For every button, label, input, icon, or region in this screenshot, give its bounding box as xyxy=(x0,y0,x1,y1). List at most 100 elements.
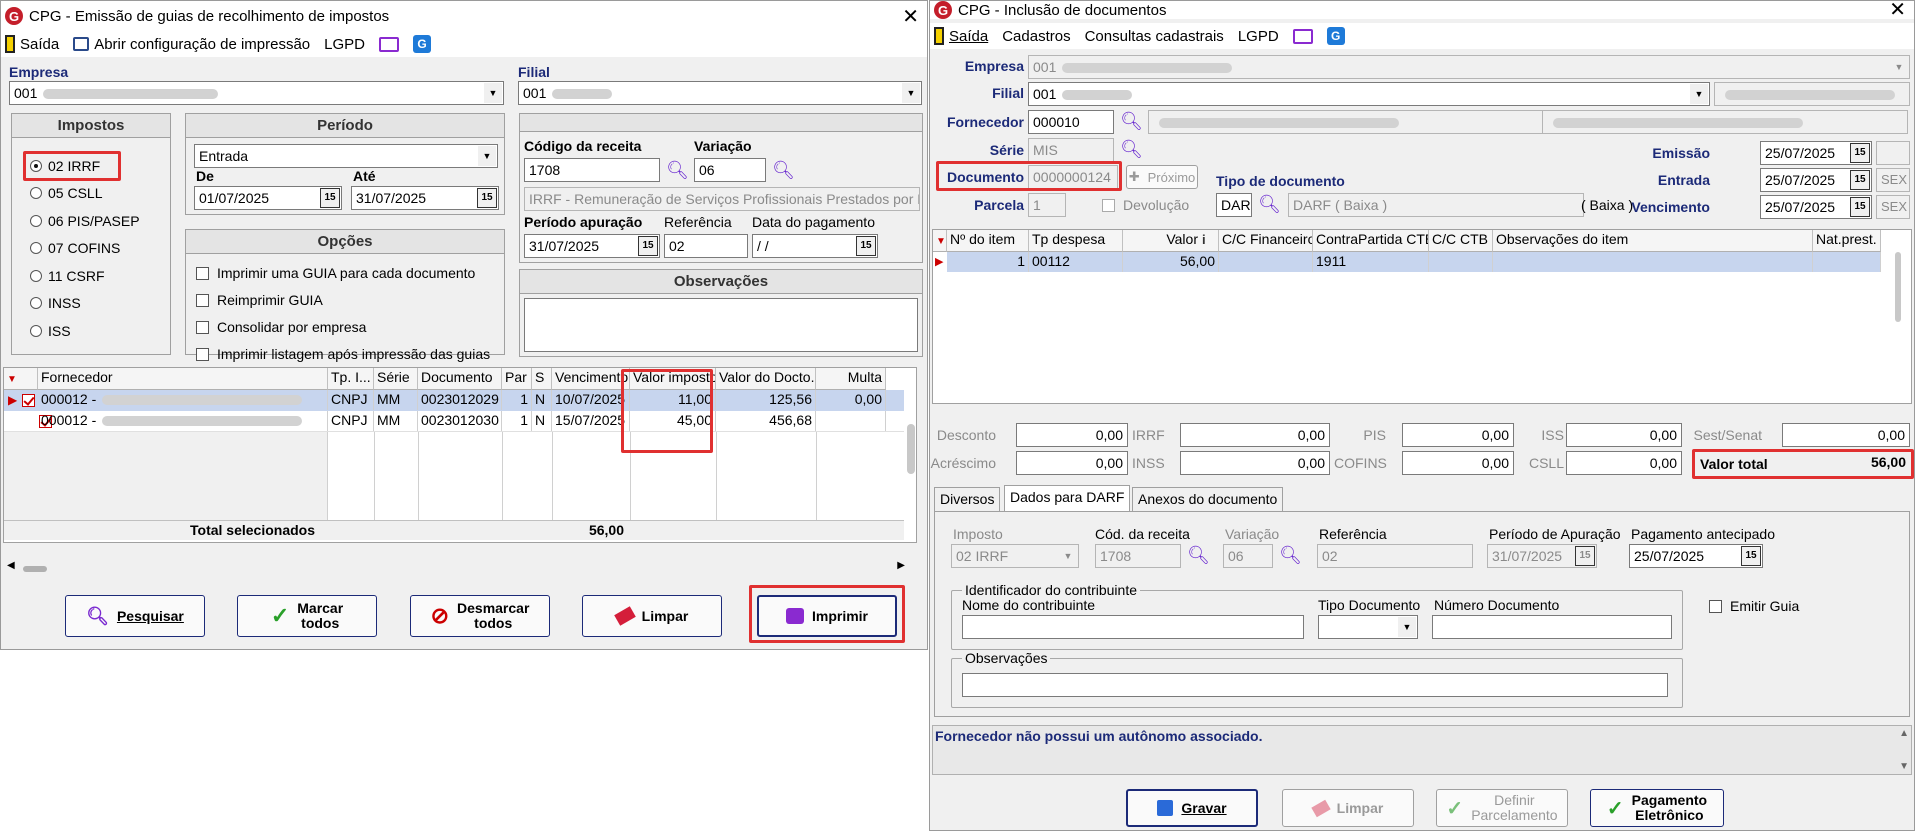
opt-imprimir-listagem[interactable]: Imprimir listagem após impressão das gui… xyxy=(196,346,490,362)
devolucao-checkbox[interactable]: Devolução xyxy=(1102,197,1189,213)
col-fornecedor[interactable]: Fornecedor xyxy=(38,368,328,390)
imposto-select[interactable]: 02 IRRF ▼ xyxy=(951,544,1079,568)
col-serie[interactable]: Série xyxy=(374,368,418,390)
search-icon[interactable]: 🔍︎ xyxy=(1279,545,1302,566)
opt-guia-por-documento[interactable]: Imprimir uma GUIA para cada documento xyxy=(196,265,475,281)
search-icon[interactable]: 🔍︎ xyxy=(1120,111,1143,132)
observacoes-input[interactable] xyxy=(962,673,1668,697)
calendar-icon[interactable]: 15 xyxy=(320,188,340,208)
limpar-button[interactable]: Limpar xyxy=(582,595,722,637)
monitor-icon[interactable] xyxy=(379,36,400,52)
referencia-input[interactable]: 02 xyxy=(1317,544,1473,568)
col-multa[interactable]: Multa xyxy=(816,368,886,390)
radio-iss[interactable]: ISS xyxy=(30,323,71,339)
cod-receita-input[interactable]: 1708 xyxy=(1095,544,1181,568)
g-app-icon[interactable]: G xyxy=(1326,27,1345,45)
tipo-doc-code-input[interactable]: DAR xyxy=(1216,193,1252,217)
periodo-tipo-select[interactable]: Entrada ▼ xyxy=(194,144,498,168)
referencia-input[interactable]: 02 xyxy=(664,234,748,258)
calendar-icon[interactable]: 15 xyxy=(1741,546,1761,566)
sest-senat-input[interactable]: 0,00 xyxy=(1782,423,1910,447)
ate-date-input[interactable]: 31/07/2025 15 xyxy=(351,186,499,210)
serie-input[interactable]: MIS xyxy=(1028,138,1114,162)
observacoes-textarea[interactable] xyxy=(524,298,918,352)
monitor-icon[interactable] xyxy=(1292,28,1313,44)
search-icon[interactable]: 🔍︎ xyxy=(1187,545,1210,566)
row-checkbox[interactable] xyxy=(22,394,35,407)
menu-exit[interactable]: Saída xyxy=(934,27,988,45)
imprimir-button[interactable]: Imprimir xyxy=(757,595,897,637)
col-contrapartida[interactable]: ContraPartida CTB xyxy=(1313,230,1429,252)
col-cc-ctb[interactable]: C/C CTB xyxy=(1429,230,1493,252)
tab-anexos[interactable]: Anexos do documento xyxy=(1132,487,1284,511)
calendar-icon[interactable]: 15 xyxy=(856,236,876,256)
close-icon[interactable]: ✕ xyxy=(902,4,919,29)
calendar-icon[interactable]: 15 xyxy=(638,236,658,256)
documento-input[interactable]: 0000000124 xyxy=(1028,165,1118,189)
col-tp[interactable]: Tp. I... xyxy=(328,368,374,390)
vencimento-date-input[interactable]: 25/07/2025 15 xyxy=(1760,195,1872,219)
inss-input[interactable]: 0,00 xyxy=(1180,451,1330,475)
chevron-down-icon[interactable]: ▼ xyxy=(1059,546,1077,566)
calendar-icon[interactable]: 15 xyxy=(1575,546,1595,566)
vertical-scrollbar[interactable] xyxy=(907,424,915,474)
proximo-button[interactable]: ✚ Próximo xyxy=(1126,165,1198,189)
menu-lgpd[interactable]: LGPD xyxy=(324,36,365,53)
calendar-icon[interactable]: 15 xyxy=(1850,143,1870,163)
opt-reimprimir-guia[interactable]: Reimprimir GUIA xyxy=(196,292,323,308)
irrf-input[interactable]: 0,00 xyxy=(1180,423,1330,447)
gravar-button[interactable]: Gravar xyxy=(1126,789,1258,827)
filial-select[interactable]: 001 ▼ xyxy=(1028,82,1710,106)
pesquisar-button[interactable]: 🔍︎ Pesquisar xyxy=(65,595,205,637)
scroll-down-icon[interactable]: ▼ xyxy=(1899,761,1909,772)
tab-diversos[interactable]: Diversos xyxy=(934,487,1001,511)
pagamento-eletronico-button[interactable]: ✓ Pagamento Eletrônico xyxy=(1590,789,1724,827)
horizontal-scrollbar[interactable]: ◀ ▶ xyxy=(5,560,905,575)
fornecedor-input[interactable]: 000010 xyxy=(1028,110,1114,134)
search-icon[interactable]: 🔍︎ xyxy=(666,160,689,181)
periodo-apuracao-input[interactable]: 31/07/2025 15 xyxy=(1487,544,1597,568)
definir-parcelamento-button[interactable]: ✓ Definir Parcelamento xyxy=(1436,789,1568,827)
entrada-date-input[interactable]: 25/07/2025 15 xyxy=(1760,168,1872,192)
parcela-input[interactable]: 1 xyxy=(1028,193,1066,217)
vertical-scrollbar[interactable] xyxy=(1895,252,1901,322)
chevron-down-icon[interactable]: ▼ xyxy=(1890,57,1908,77)
desconto-input[interactable]: 0,00 xyxy=(1016,423,1128,447)
numero-documento-input[interactable] xyxy=(1432,615,1672,639)
opt-consolidar-empresa[interactable]: Consolidar por empresa xyxy=(196,319,366,335)
pagamento-antecipado-input[interactable]: 25/07/2025 15 xyxy=(1629,544,1763,568)
chevron-down-icon[interactable]: ▼ xyxy=(1398,617,1416,637)
scroll-up-icon[interactable]: ▲ xyxy=(1899,728,1909,739)
calendar-icon[interactable]: 15 xyxy=(477,188,497,208)
col-valor-imposto[interactable]: Valor imposto xyxy=(630,368,716,390)
iss-input[interactable]: 0,00 xyxy=(1566,423,1682,447)
tipo-documento-select[interactable]: ▼ xyxy=(1318,615,1418,639)
calendar-icon[interactable]: 15 xyxy=(1850,197,1870,217)
chevron-down-icon[interactable]: ▼ xyxy=(1690,84,1708,104)
radio-inss[interactable]: INSS xyxy=(30,295,81,311)
menu-cadastros[interactable]: Cadastros xyxy=(1002,28,1070,45)
search-icon[interactable]: 🔍︎ xyxy=(772,160,795,181)
col-documento[interactable]: Documento xyxy=(418,368,502,390)
search-icon[interactable]: 🔍︎ xyxy=(1258,194,1281,215)
cofins-input[interactable]: 0,00 xyxy=(1402,451,1514,475)
filial-select[interactable]: 001 ▼ xyxy=(518,81,922,105)
limpar-button[interactable]: Limpar xyxy=(1282,789,1414,827)
col-vencimento[interactable]: Vencimento xyxy=(552,368,630,390)
chevron-down-icon[interactable]: ▼ xyxy=(484,83,502,103)
de-date-input[interactable]: 01/07/2025 15 xyxy=(194,186,342,210)
marcar-todos-button[interactable]: ✓ Marcar todos xyxy=(237,595,377,637)
chevron-down-icon[interactable]: ▼ xyxy=(478,146,496,166)
menu-lgpd[interactable]: LGPD xyxy=(1238,28,1279,45)
empresa-select[interactable]: 001 ▼ xyxy=(9,81,504,105)
radio-cofins[interactable]: 07 COFINS xyxy=(30,240,120,256)
col-tp-despesa[interactable]: Tp despesa xyxy=(1029,230,1123,252)
tab-dados-darf[interactable]: Dados para DARF xyxy=(1004,485,1131,511)
desmarcar-todos-button[interactable]: ⊘ Desmarcar todos xyxy=(410,595,550,637)
codigo-receita-input[interactable]: 1708 xyxy=(524,158,660,182)
col-par[interactable]: Par xyxy=(502,368,532,390)
col-nat-prest[interactable]: Nat.prest. xyxy=(1813,230,1881,252)
menu-print-config[interactable]: Abrir configuração de impressão xyxy=(73,36,310,53)
close-icon[interactable]: ✕ xyxy=(1889,1,1906,22)
col-valor-docto[interactable]: Valor do Docto. xyxy=(716,368,816,390)
